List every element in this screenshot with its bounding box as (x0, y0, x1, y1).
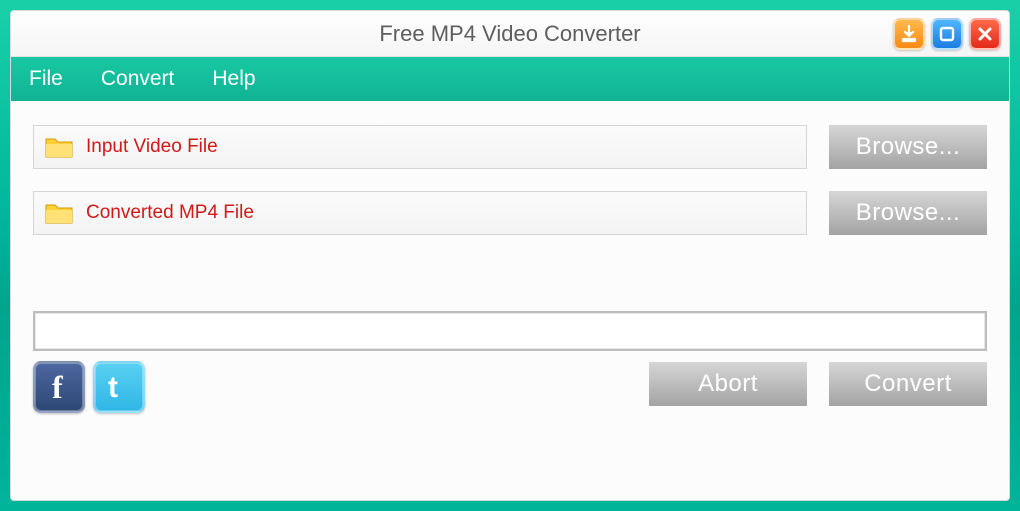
window-title: Free MP4 Video Converter (379, 21, 640, 47)
titlebar: Free MP4 Video Converter (11, 11, 1009, 57)
svg-text:f: f (52, 370, 63, 404)
browse-input-button[interactable]: Browse... (829, 125, 987, 169)
input-file-label: Input Video File (86, 136, 218, 158)
download-button[interactable] (893, 18, 925, 50)
content-area: Input Video File Browse... Converted MP4… (11, 101, 1009, 500)
close-button[interactable] (969, 18, 1001, 50)
facebook-button[interactable]: f (33, 361, 85, 413)
menu-file[interactable]: File (29, 67, 63, 91)
output-file-box[interactable]: Converted MP4 File (33, 191, 807, 235)
menu-convert[interactable]: Convert (101, 67, 175, 91)
input-file-box[interactable]: Input Video File (33, 125, 807, 169)
facebook-icon: f (44, 370, 74, 404)
download-icon (900, 25, 918, 43)
close-icon (976, 25, 994, 43)
output-file-label: Converted MP4 File (86, 202, 254, 224)
progress-area (33, 311, 987, 351)
progress-bar (33, 311, 987, 351)
maximize-button[interactable] (931, 18, 963, 50)
convert-button[interactable]: Convert (829, 362, 987, 406)
menubar: File Convert Help (11, 57, 1009, 101)
menu-help[interactable]: Help (212, 67, 255, 91)
input-file-row: Input Video File Browse... (33, 125, 987, 169)
folder-icon (44, 135, 74, 159)
svg-text:t: t (108, 371, 118, 404)
twitter-button[interactable]: t (93, 361, 145, 413)
bottom-actions: Abort Convert (649, 368, 987, 406)
output-file-row: Converted MP4 File Browse... (33, 191, 987, 235)
browse-output-button[interactable]: Browse... (829, 191, 987, 235)
twitter-icon: t (102, 370, 136, 404)
social-buttons: f t (33, 361, 145, 413)
bottom-row: f t Abort Convert (33, 361, 987, 413)
window-frame: Free MP4 Video Converter (0, 0, 1020, 511)
maximize-icon (938, 25, 956, 43)
window-controls (893, 18, 1001, 50)
folder-icon (44, 201, 74, 225)
window-inner: Free MP4 Video Converter (10, 10, 1010, 501)
abort-button[interactable]: Abort (649, 362, 807, 406)
